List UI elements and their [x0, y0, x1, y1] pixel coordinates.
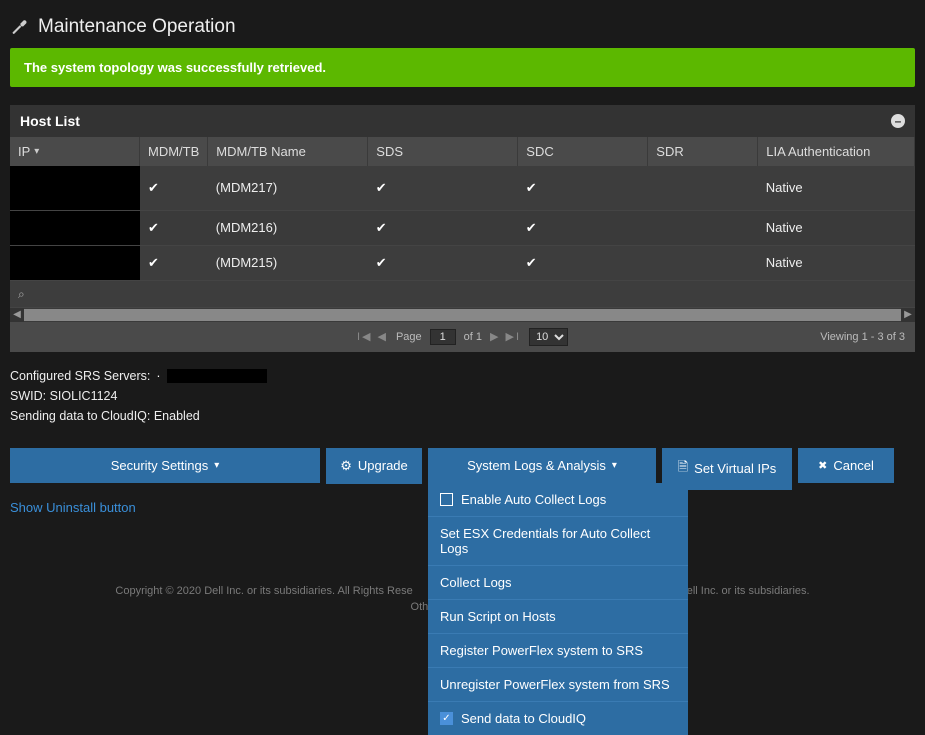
- pager-next-icon[interactable]: ▶ ▶I: [490, 330, 521, 343]
- sds-cell: ✔: [368, 166, 518, 210]
- mdm-tb-cell: ✔: [140, 166, 208, 210]
- sds-cell: ✔: [368, 245, 518, 280]
- dropdown-collect-logs[interactable]: Collect Logs: [428, 565, 688, 599]
- page-label: Page: [396, 331, 422, 343]
- col-lia[interactable]: LIA Authentication: [758, 137, 915, 166]
- sort-icon: ▾: [34, 146, 39, 157]
- mdm-tb-cell: ✔: [140, 210, 208, 245]
- dropdown-run-script[interactable]: Run Script on Hosts: [428, 599, 688, 633]
- sdr-cell: [648, 210, 758, 245]
- sdr-cell: [648, 245, 758, 280]
- show-uninstall-link[interactable]: Show Uninstall button: [10, 500, 136, 515]
- table-row[interactable]: ✔(MDM217)✔✔Native: [10, 166, 915, 210]
- srs-label: Configured SRS Servers:: [10, 366, 150, 386]
- mdm-tb-name-cell: (MDM215): [208, 245, 368, 280]
- sdc-cell: ✔: [518, 245, 648, 280]
- host-list-table: IP ▾ MDM/TB MDM/TB Name SDS SDC SDR LIA …: [10, 137, 915, 352]
- host-list-title: Host List: [20, 113, 80, 129]
- cancel-button[interactable]: Cancel: [798, 448, 894, 483]
- page-title-bar: Maintenance Operation: [10, 10, 915, 48]
- dropdown-set-esx[interactable]: Set ESX Credentials for Auto Collect Log…: [428, 516, 688, 565]
- scroll-track[interactable]: [24, 309, 901, 321]
- filter-row: ⌕: [10, 281, 915, 308]
- ip-cell: [10, 166, 140, 210]
- col-sdr[interactable]: SDR: [648, 137, 758, 166]
- upgrade-button[interactable]: Upgrade: [326, 448, 422, 484]
- dropdown-enable-auto-collect[interactable]: Enable Auto Collect Logs: [428, 483, 688, 516]
- col-sds[interactable]: SDS: [368, 137, 518, 166]
- mdm-tb-name-cell: (MDM217): [208, 166, 368, 210]
- table-row[interactable]: ✔(MDM216)✔✔Native: [10, 210, 915, 245]
- col-ip[interactable]: IP ▾: [10, 137, 140, 166]
- system-logs-dropdown: Enable Auto Collect Logs Set ESX Credent…: [428, 483, 688, 735]
- action-button-row: Security Settings Upgrade System Logs & …: [10, 448, 915, 490]
- sdc-cell: ✔: [518, 210, 648, 245]
- table-header-row: IP ▾ MDM/TB MDM/TB Name SDS SDC SDR LIA …: [10, 137, 915, 166]
- checkbox-checked-icon[interactable]: ✓: [440, 712, 453, 725]
- info-block: Configured SRS Servers: · SWID: SIOLIC11…: [10, 366, 915, 426]
- system-logs-button[interactable]: System Logs & Analysis: [428, 448, 656, 483]
- page-title: Maintenance Operation: [38, 16, 236, 38]
- pager-first-icon[interactable]: I◀ ◀: [357, 330, 388, 343]
- wrench-icon: [10, 17, 28, 38]
- ip-cell: [10, 245, 140, 280]
- search-icon[interactable]: ⌕: [18, 287, 25, 301]
- scroll-left-icon[interactable]: ◀: [10, 308, 24, 322]
- sdc-cell: ✔: [518, 166, 648, 210]
- page-of: of 1: [464, 331, 482, 343]
- sdr-cell: [648, 166, 758, 210]
- collapse-icon[interactable]: –: [891, 114, 905, 128]
- security-settings-button[interactable]: Security Settings: [10, 448, 320, 483]
- table-row[interactable]: ✔(MDM215)✔✔Native: [10, 245, 915, 280]
- viewing-label: Viewing 1 - 3 of 3: [820, 331, 905, 343]
- page-size-select[interactable]: 10: [529, 328, 568, 346]
- dropdown-register-srs[interactable]: Register PowerFlex system to SRS: [428, 633, 688, 667]
- col-mdm-tb-name[interactable]: MDM/TB Name: [208, 137, 368, 166]
- dropdown-send-cloudiq[interactable]: ✓ Send data to CloudIQ: [428, 701, 688, 735]
- srs-value-redacted: [167, 369, 267, 383]
- success-banner: The system topology was successfully ret…: [10, 48, 915, 87]
- swid-label: SWID: SIOLIC1124: [10, 386, 915, 406]
- col-mdm-tb[interactable]: MDM/TB: [140, 137, 208, 166]
- horizontal-scrollbar[interactable]: ◀ ▶: [10, 308, 915, 322]
- page-input[interactable]: [430, 329, 456, 345]
- sds-cell: ✔: [368, 210, 518, 245]
- scroll-right-icon[interactable]: ▶: [901, 308, 915, 322]
- pagination-bar: I◀ ◀ Page of 1 ▶ ▶I 10 Viewing 1 - 3 of …: [10, 322, 915, 352]
- ip-cell: [10, 210, 140, 245]
- mdm-tb-name-cell: (MDM216): [208, 210, 368, 245]
- dropdown-unregister-srs[interactable]: Unregister PowerFlex system from SRS: [428, 667, 688, 701]
- host-list-header[interactable]: Host List –: [10, 105, 915, 137]
- lia-cell: Native: [758, 245, 915, 280]
- lia-cell: Native: [758, 166, 915, 210]
- cloudiq-label: Sending data to CloudIQ: Enabled: [10, 406, 915, 426]
- col-sdc[interactable]: SDC: [518, 137, 648, 166]
- lia-cell: Native: [758, 210, 915, 245]
- checkbox-unchecked-icon[interactable]: [440, 493, 453, 506]
- mdm-tb-cell: ✔: [140, 245, 208, 280]
